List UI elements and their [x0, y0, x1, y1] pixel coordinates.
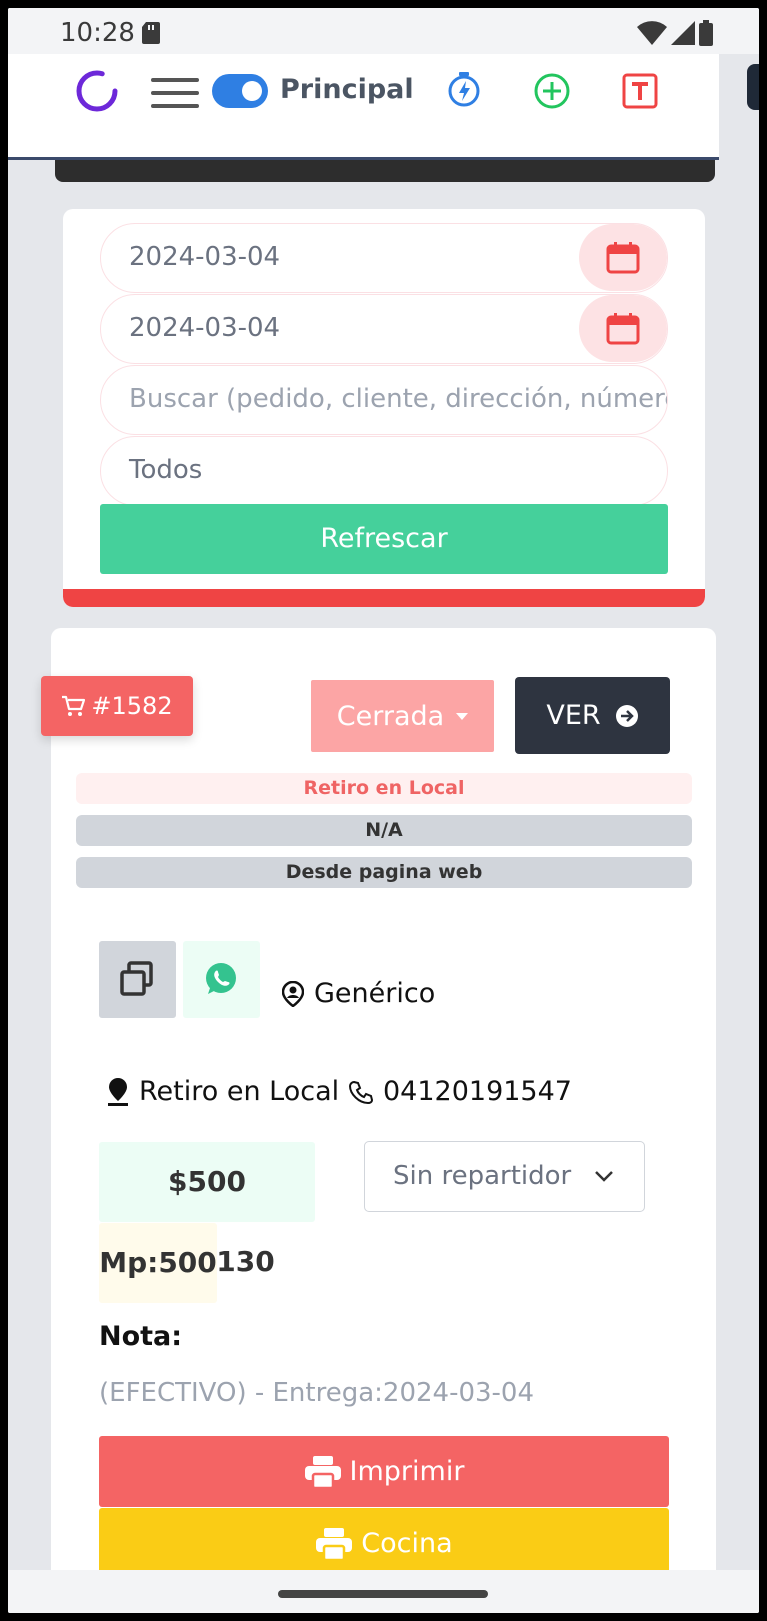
search-input[interactable]: Buscar (pedido, cliente, dirección, núme… [100, 365, 668, 435]
phone-number: 04120191547 [383, 1076, 572, 1107]
collapsed-panel-bar [55, 160, 715, 182]
caret-down-icon [456, 712, 469, 720]
view-label: VER [546, 700, 601, 731]
order-total: $500 Bs18130 [99, 1142, 315, 1278]
printer-icon [304, 1455, 341, 1489]
note-text: (EFECTIVO) - Entrega:2024-03-04 [99, 1378, 535, 1408]
stopwatch-bolt-icon[interactable] [445, 70, 483, 108]
customer-line: Genérico [282, 978, 435, 1009]
filter-card: 2024-03-04 2024-03-04 Buscar (pedido, cl… [63, 209, 705, 607]
system-nav-bar [8, 1570, 759, 1613]
courier-tag: N/A [76, 815, 692, 846]
card-bottom-accent [63, 589, 705, 607]
courier-select[interactable]: Sin repartidor [364, 1141, 645, 1212]
toggle-knob [242, 81, 262, 101]
add-circle-icon[interactable] [533, 72, 571, 110]
print-label: Imprimir [349, 1456, 465, 1487]
date-from-field[interactable]: 2024-03-04 [100, 223, 668, 293]
status-label: Cerrada [336, 700, 445, 732]
order-number: #1582 [91, 692, 173, 720]
refresh-button[interactable]: Refrescar [100, 504, 668, 574]
status-bar: 10:28 [8, 8, 759, 54]
app-header: Principal [8, 54, 719, 160]
order-number-badge: #1582 [41, 676, 193, 736]
address-text: Retiro en Local [139, 1076, 340, 1107]
status-dropdown-button[interactable]: Cerrada [311, 680, 494, 752]
copy-icon [120, 961, 153, 996]
note-label: Nota: [99, 1321, 183, 1352]
map-pin-icon [108, 1077, 128, 1106]
delivery-type-tag: Retiro en Local [76, 773, 692, 804]
page-title: Principal [280, 74, 414, 105]
date-to-field[interactable]: 2024-03-04 [100, 294, 668, 364]
wifi-icon [637, 21, 667, 45]
status-filter-value: Todos [129, 455, 203, 485]
address-line: Retiro en Local [107, 1076, 339, 1107]
calendar-button-to[interactable] [579, 295, 667, 362]
whatsapp-icon [206, 963, 236, 994]
print-button[interactable]: Imprimir [99, 1436, 669, 1507]
system-icons [637, 20, 713, 46]
date-to-value: 2024-03-04 [129, 313, 281, 343]
menu-icon[interactable] [151, 76, 199, 110]
home-gesture-handle[interactable] [278, 1590, 488, 1598]
cart-icon [62, 695, 86, 716]
payment-method: Mp:500 [99, 1223, 217, 1303]
phone-screen: 10:28 Principal 2024-03-04 2024-03-04 Bu… [8, 8, 759, 1613]
chevron-down-icon [595, 1171, 613, 1182]
calendar-button-from[interactable] [579, 224, 667, 291]
status-filter-select[interactable]: Todos [100, 436, 668, 506]
battery-icon [699, 20, 713, 46]
phone-line[interactable]: 04120191547 [349, 1076, 572, 1107]
text-box-icon[interactable] [621, 72, 659, 110]
signal-icon [671, 21, 695, 45]
person-pin-icon [282, 980, 304, 1007]
calendar-icon [606, 242, 640, 274]
source-tag: Desde pagina web [76, 857, 692, 888]
search-placeholder: Buscar (pedido, cliente, dirección, núme… [129, 384, 668, 414]
arrow-circle-right-icon [615, 704, 638, 727]
phone-icon [349, 1080, 373, 1104]
customer-name: Genérico [314, 978, 436, 1009]
printer-icon [316, 1527, 353, 1561]
calendar-icon [606, 313, 640, 345]
courier-select-value: Sin repartidor [393, 1161, 572, 1191]
sd-card-icon [142, 22, 160, 44]
status-time: 10:28 [60, 18, 135, 48]
whatsapp-button[interactable] [183, 941, 260, 1018]
principal-toggle[interactable] [212, 74, 268, 108]
kitchen-button[interactable]: Cocina [99, 1508, 669, 1579]
logo-icon[interactable] [74, 68, 120, 114]
side-tab[interactable] [747, 64, 759, 110]
kitchen-label: Cocina [361, 1528, 453, 1559]
view-order-button[interactable]: VER [515, 677, 670, 754]
copy-button[interactable] [99, 941, 176, 1018]
date-from-value: 2024-03-04 [129, 242, 281, 272]
